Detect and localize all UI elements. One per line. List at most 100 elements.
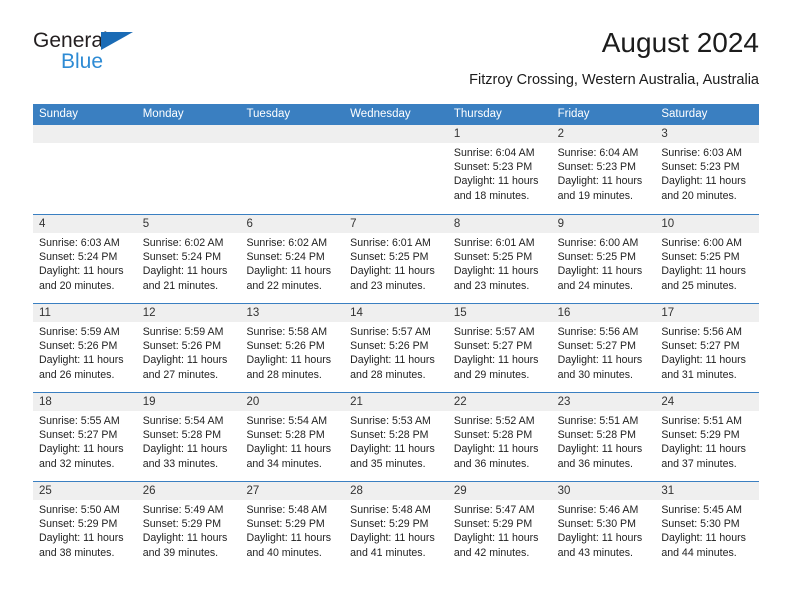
day-number: 10 [655,215,760,233]
day-details: Sunrise: 5:51 AM Sunset: 5:29 PM Daylight:… [655,411,759,471]
sunset-text: Sunset: 5:23 PM [557,161,636,174]
daylight-text-line1: Daylight: 11 hours [350,354,435,367]
day-number: 22 [447,393,552,411]
day-details: Sunrise: 5:56 AM Sunset: 5:27 PM Daylight:… [655,322,759,382]
calendar-day-cell[interactable]: 9 Sunrise: 6:00 AM Sunset: 5:25 PM Daylight… [551,215,656,303]
day-details: Sunrise: 5:58 AM Sunset: 5:26 PM Daylight:… [240,322,344,382]
sunset-text: Sunset: 5:23 PM [661,161,740,174]
daylight-text-line2: and 42 minutes. [453,546,530,559]
calendar-day-cell[interactable]: 26 Sunrise: 5:49 AM Sunset: 5:29 PM Dayligh… [136,482,241,570]
calendar-day-cell[interactable]: 27 Sunrise: 5:48 AM Sunset: 5:29 PM Dayligh… [240,482,345,570]
day-details: Sunrise: 5:59 AM Sunset: 5:26 PM Daylight:… [137,322,241,382]
day-details: Sunrise: 5:45 AM Sunset: 5:30 PM Daylight:… [655,500,759,560]
calendar-day-cell[interactable]: 12 Sunrise: 5:59 AM Sunset: 5:26 PM Dayligh… [136,304,241,392]
day-details: Sunrise: 5:48 AM Sunset: 5:29 PM Daylight:… [344,500,448,560]
daylight-text-line2: and 33 minutes. [142,457,219,470]
daylight-text-line2: and 25 minutes. [661,279,737,292]
calendar-day-cell[interactable]: 14 Sunrise: 5:57 AM Sunset: 5:26 PM Dayligh… [344,304,448,392]
day-details [33,143,137,146]
day-number: 28 [344,482,448,500]
weekday-header-sunday: Sunday [39,108,79,120]
sunrise-text: Sunrise: 5:58 AM [246,326,328,338]
day-details: Sunrise: 6:00 AM Sunset: 5:25 PM Daylight:… [552,233,656,293]
daylight-text-line1: Daylight: 11 hours [557,175,643,188]
day-details: Sunrise: 5:52 AM Sunset: 5:28 PM Daylight:… [448,411,552,471]
calendar-day-cell[interactable]: 25 Sunrise: 5:50 AM Sunset: 5:29 PM Dayligh… [33,482,137,570]
calendar-day-cell[interactable]: 31 Sunrise: 5:45 AM Sunset: 5:30 PM Dayligh… [655,482,760,570]
sunset-text: Sunset: 5:26 PM [142,340,222,353]
daylight-text-line1: Daylight: 11 hours [453,443,539,456]
daylight-text-line2: and 28 minutes. [246,368,322,381]
sunrise-text: Sunrise: 5:54 AM [142,415,224,427]
calendar-day-cell[interactable]: 5 Sunrise: 6:02 AM Sunset: 5:24 PM Daylight… [136,215,241,303]
calendar-day-cell[interactable]: 15 Sunrise: 5:57 AM Sunset: 5:27 PM Dayligh… [447,304,552,392]
sunset-text: Sunset: 5:29 PM [661,429,740,442]
calendar-day-cell[interactable]: 22 Sunrise: 5:52 AM Sunset: 5:28 PM Dayligh… [447,393,552,481]
daylight-text-line2: and 31 minutes. [661,368,737,381]
calendar-day-cell[interactable]: 7 Sunrise: 6:01 AM Sunset: 5:25 PM Daylight… [344,215,448,303]
sunrise-text: Sunrise: 6:00 AM [661,237,742,249]
calendar-day-cell[interactable]: 30 Sunrise: 5:46 AM Sunset: 5:30 PM Dayligh… [551,482,656,570]
calendar-day-cell[interactable]: 28 Sunrise: 5:48 AM Sunset: 5:29 PM Dayligh… [344,482,448,570]
day-details: Sunrise: 5:59 AM Sunset: 5:26 PM Daylight:… [33,322,137,382]
sunrise-text: Sunrise: 6:02 AM [142,237,224,249]
sunrise-text: Sunrise: 5:50 AM [39,504,120,516]
daylight-text-line2: and 39 minutes. [142,546,219,559]
calendar-day-cell[interactable]: 16 Sunrise: 5:56 AM Sunset: 5:27 PM Dayligh… [551,304,656,392]
calendar-day-cell[interactable]: 24 Sunrise: 5:51 AM Sunset: 5:29 PM Dayligh… [655,393,760,481]
calendar-day-cell[interactable]: 3 Sunrise: 6:03 AM Sunset: 5:23 PM Daylight… [655,125,760,214]
calendar-day-cell[interactable]: 1 Sunrise: 6:04 AM Sunset: 5:23 PM Daylight… [447,125,552,214]
calendar-day-cell[interactable]: 6 Sunrise: 6:02 AM Sunset: 5:24 PM Daylight… [240,215,345,303]
sunset-text: Sunset: 5:24 PM [39,251,118,264]
generalblue-logo[interactable]: General Blue [33,30,153,78]
day-number: 1 [447,125,552,143]
daylight-text-line1: Daylight: 11 hours [453,265,539,278]
sunrise-text: Sunrise: 5:48 AM [350,504,431,516]
daylight-text-line1: Daylight: 11 hours [350,265,435,278]
day-number: 7 [344,215,448,233]
sunrise-text: Sunrise: 5:51 AM [661,415,742,427]
calendar-day-cell[interactable]: 11 Sunrise: 5:59 AM Sunset: 5:26 PM Dayligh… [33,304,137,392]
weekday-header-friday: Friday [557,108,590,120]
calendar-day-cell[interactable]: 13 Sunrise: 5:58 AM Sunset: 5:26 PM Dayligh… [240,304,345,392]
sunset-text: Sunset: 5:26 PM [39,340,118,353]
calendar-day-cell[interactable]: 17 Sunrise: 5:56 AM Sunset: 5:27 PM Dayligh… [655,304,760,392]
daylight-text-line2: and 32 minutes. [39,457,115,470]
sunset-text: Sunset: 5:25 PM [350,251,429,264]
sunset-text: Sunset: 5:30 PM [557,518,636,531]
daylight-text-line1: Daylight: 11 hours [142,443,228,456]
sunset-text: Sunset: 5:28 PM [350,429,429,442]
daylight-text-line1: Daylight: 11 hours [39,443,124,456]
calendar-day-cell[interactable]: 8 Sunrise: 6:01 AM Sunset: 5:25 PM Daylight… [447,215,552,303]
calendar-day-cell[interactable]: 18 Sunrise: 5:55 AM Sunset: 5:27 PM Dayligh… [33,393,137,481]
calendar-day-cell[interactable]: 10 Sunrise: 6:00 AM Sunset: 5:25 PM Dayligh… [655,215,760,303]
sunrise-text: Sunrise: 5:59 AM [39,326,120,338]
calendar-day-cell[interactable]: 21 Sunrise: 5:53 AM Sunset: 5:28 PM Dayligh… [344,393,448,481]
calendar-day-cell[interactable]: 19 Sunrise: 5:54 AM Sunset: 5:28 PM Dayligh… [136,393,241,481]
sunset-text: Sunset: 5:24 PM [246,251,325,264]
calendar-week-row: 18 Sunrise: 5:55 AM Sunset: 5:27 PM Dayligh… [33,392,760,481]
sunset-text: Sunset: 5:27 PM [661,340,740,353]
calendar-day-cell[interactable]: 23 Sunrise: 5:51 AM Sunset: 5:28 PM Dayligh… [551,393,656,481]
calendar-day-cell[interactable]: 29 Sunrise: 5:47 AM Sunset: 5:29 PM Dayligh… [447,482,552,570]
calendar-page: General Blue August 2024 Fitzroy Crossin… [0,0,792,612]
day-number: 4 [33,215,137,233]
day-number: 21 [344,393,448,411]
calendar-day-cell[interactable]: 2 Sunrise: 6:04 AM Sunset: 5:23 PM Daylight… [551,125,656,214]
sunset-text: Sunset: 5:28 PM [557,429,636,442]
day-details: Sunrise: 6:00 AM Sunset: 5:25 PM Daylight:… [655,233,759,293]
day-number: 13 [240,304,345,322]
day-number [33,125,137,143]
sunrise-text: Sunrise: 5:54 AM [246,415,328,427]
day-details: Sunrise: 5:46 AM Sunset: 5:30 PM Daylight:… [552,500,656,560]
sunset-text: Sunset: 5:27 PM [39,429,118,442]
sunset-text: Sunset: 5:26 PM [350,340,429,353]
calendar-week-row: 25 Sunrise: 5:50 AM Sunset: 5:29 PM Dayligh… [33,481,760,570]
day-details: Sunrise: 5:53 AM Sunset: 5:28 PM Daylight:… [344,411,448,471]
calendar-day-cell[interactable]: 20 Sunrise: 5:54 AM Sunset: 5:28 PM Dayligh… [240,393,345,481]
day-number: 26 [136,482,241,500]
page-header: General Blue August 2024 Fitzroy Crossin… [33,26,759,88]
calendar-day-cell[interactable]: 4 Sunrise: 6:03 AM Sunset: 5:24 PM Daylight… [33,215,137,303]
daylight-text-line2: and 20 minutes. [39,279,115,292]
sunrise-text: Sunrise: 5:55 AM [39,415,120,427]
